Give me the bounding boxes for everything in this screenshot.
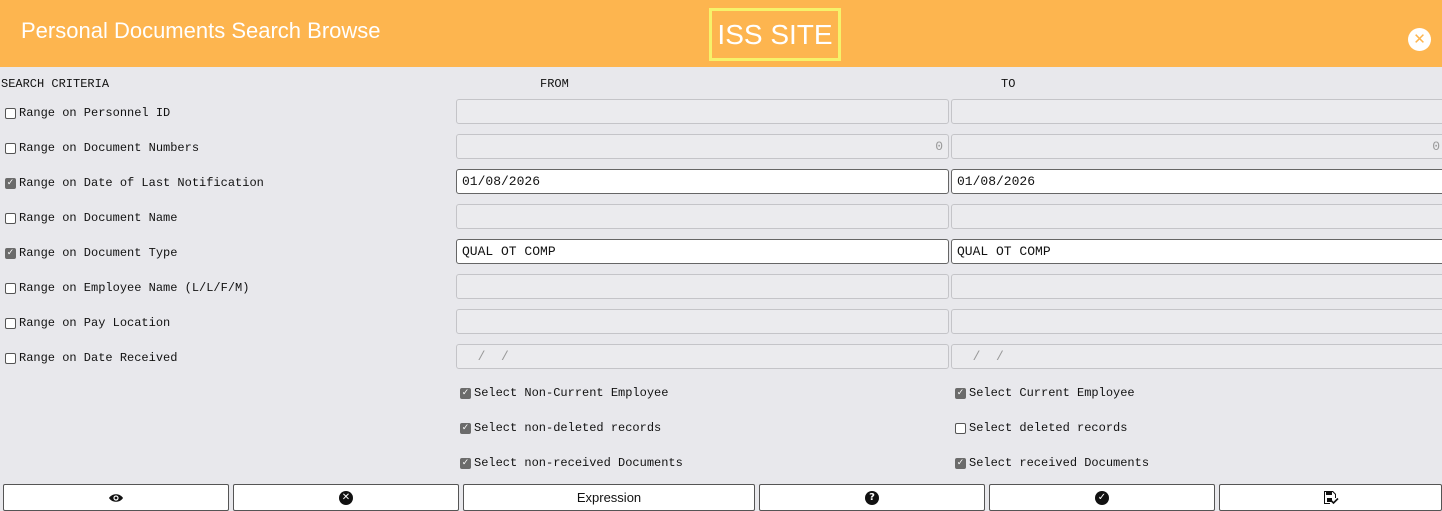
check-circle-icon: ✓	[1095, 490, 1109, 505]
last-notification-to-input[interactable]: 01/08/2026	[951, 169, 1442, 194]
eye-icon	[109, 493, 123, 502]
document-type-range-checkbox[interactable]: Range on Document Type	[5, 246, 177, 260]
checkbox-box[interactable]	[5, 317, 16, 329]
date-received-range-checkbox[interactable]: Range on Date Received	[5, 351, 177, 365]
last-notification-range-checkbox[interactable]: Range on Date of Last Notification	[5, 176, 264, 190]
non-received-documents-checkbox[interactable]: Select non-received Documents	[460, 456, 683, 470]
personnel-id-to-input[interactable]	[951, 99, 1442, 124]
option-label: Select Non-Current Employee	[474, 386, 669, 400]
document-numbers-range-checkbox[interactable]: Range on Document Numbers	[5, 141, 199, 155]
pay-location-to-input[interactable]	[951, 309, 1442, 334]
row-label: Range on Personnel ID	[19, 106, 171, 120]
deleted-records-checkbox[interactable]: Select deleted records	[955, 421, 1127, 435]
title-bar: Personal Documents Search Browse ISS SIT…	[0, 0, 1442, 67]
checkbox-box[interactable]	[5, 212, 16, 224]
to-header: TO	[1001, 77, 1016, 91]
checkbox-box[interactable]	[460, 457, 471, 469]
view-button[interactable]	[3, 484, 229, 511]
close-button[interactable]: ✕	[1408, 28, 1431, 51]
option-label: Select received Documents	[969, 456, 1150, 470]
checkbox-box[interactable]	[955, 422, 966, 434]
row-label: Range on Date of Last Notification	[19, 176, 264, 190]
question-circle-icon: ?	[865, 490, 879, 505]
cancel-button[interactable]: ✕	[233, 484, 459, 511]
checkbox-box[interactable]	[955, 457, 966, 469]
row-label: Range on Employee Name (L/L/F/M)	[19, 281, 250, 295]
checkbox-box[interactable]	[5, 142, 16, 154]
option-label: Select non-deleted records	[474, 421, 662, 435]
checkbox-box[interactable]	[460, 387, 471, 399]
checkbox-box[interactable]	[955, 387, 966, 399]
date-received-from-input[interactable]: / /	[456, 344, 949, 369]
row-label: Range on Document Type	[19, 246, 178, 260]
current-employee-checkbox[interactable]: Select Current Employee	[955, 386, 1135, 400]
non-deleted-records-checkbox[interactable]: Select non-deleted records	[460, 421, 661, 435]
option-label: Select Current Employee	[969, 386, 1135, 400]
save-check-icon	[1323, 491, 1339, 505]
search-criteria-header: SEARCH CRITERIA	[1, 77, 110, 91]
received-documents-checkbox[interactable]: Select received Documents	[955, 456, 1149, 470]
row-label: Range on Document Name	[19, 211, 178, 225]
checkbox-box[interactable]	[5, 177, 16, 189]
last-notification-from-input[interactable]: 01/08/2026	[456, 169, 949, 194]
document-name-range-checkbox[interactable]: Range on Document Name	[5, 211, 177, 225]
date-received-to-input[interactable]: / /	[951, 344, 1442, 369]
checkbox-box[interactable]	[5, 352, 16, 364]
help-button[interactable]: ?	[759, 484, 985, 511]
page-title: Personal Documents Search Browse	[21, 18, 381, 43]
close-icon: ✕	[1413, 30, 1426, 48]
document-name-from-input[interactable]	[456, 204, 949, 229]
option-label: Select non-received Documents	[474, 456, 683, 470]
ok-button[interactable]: ✓	[989, 484, 1215, 511]
document-number-to-input[interactable]: 0	[951, 134, 1442, 159]
document-type-from-input[interactable]: QUAL OT COMP	[456, 239, 949, 264]
row-label: Range on Document Numbers	[19, 141, 200, 155]
pay-location-range-checkbox[interactable]: Range on Pay Location	[5, 316, 170, 330]
document-type-to-input[interactable]: QUAL OT COMP	[951, 239, 1442, 264]
document-name-to-input[interactable]	[951, 204, 1442, 229]
non-current-employee-checkbox[interactable]: Select Non-Current Employee	[460, 386, 668, 400]
employee-name-range-checkbox[interactable]: Range on Employee Name (L/L/F/M)	[5, 281, 249, 295]
personnel-id-from-input[interactable]	[456, 99, 949, 124]
employee-name-to-input[interactable]	[951, 274, 1442, 299]
circle-x-icon: ✕	[339, 490, 353, 505]
save-button[interactable]	[1219, 484, 1442, 511]
personnel-id-range-checkbox[interactable]: Range on Personnel ID	[5, 106, 170, 120]
expression-button[interactable]: Expression	[463, 484, 755, 511]
employee-name-from-input[interactable]	[456, 274, 949, 299]
checkbox-box[interactable]	[460, 422, 471, 434]
checkbox-box[interactable]	[5, 107, 16, 119]
document-number-from-input[interactable]: 0	[456, 134, 949, 159]
from-header: FROM	[540, 77, 569, 91]
pay-location-from-input[interactable]	[456, 309, 949, 334]
row-label: Range on Pay Location	[19, 316, 171, 330]
checkbox-box[interactable]	[5, 247, 16, 259]
checkbox-box[interactable]	[5, 282, 16, 294]
option-label: Select deleted records	[969, 421, 1128, 435]
site-badge: ISS SITE	[709, 8, 841, 61]
row-label: Range on Date Received	[19, 351, 178, 365]
